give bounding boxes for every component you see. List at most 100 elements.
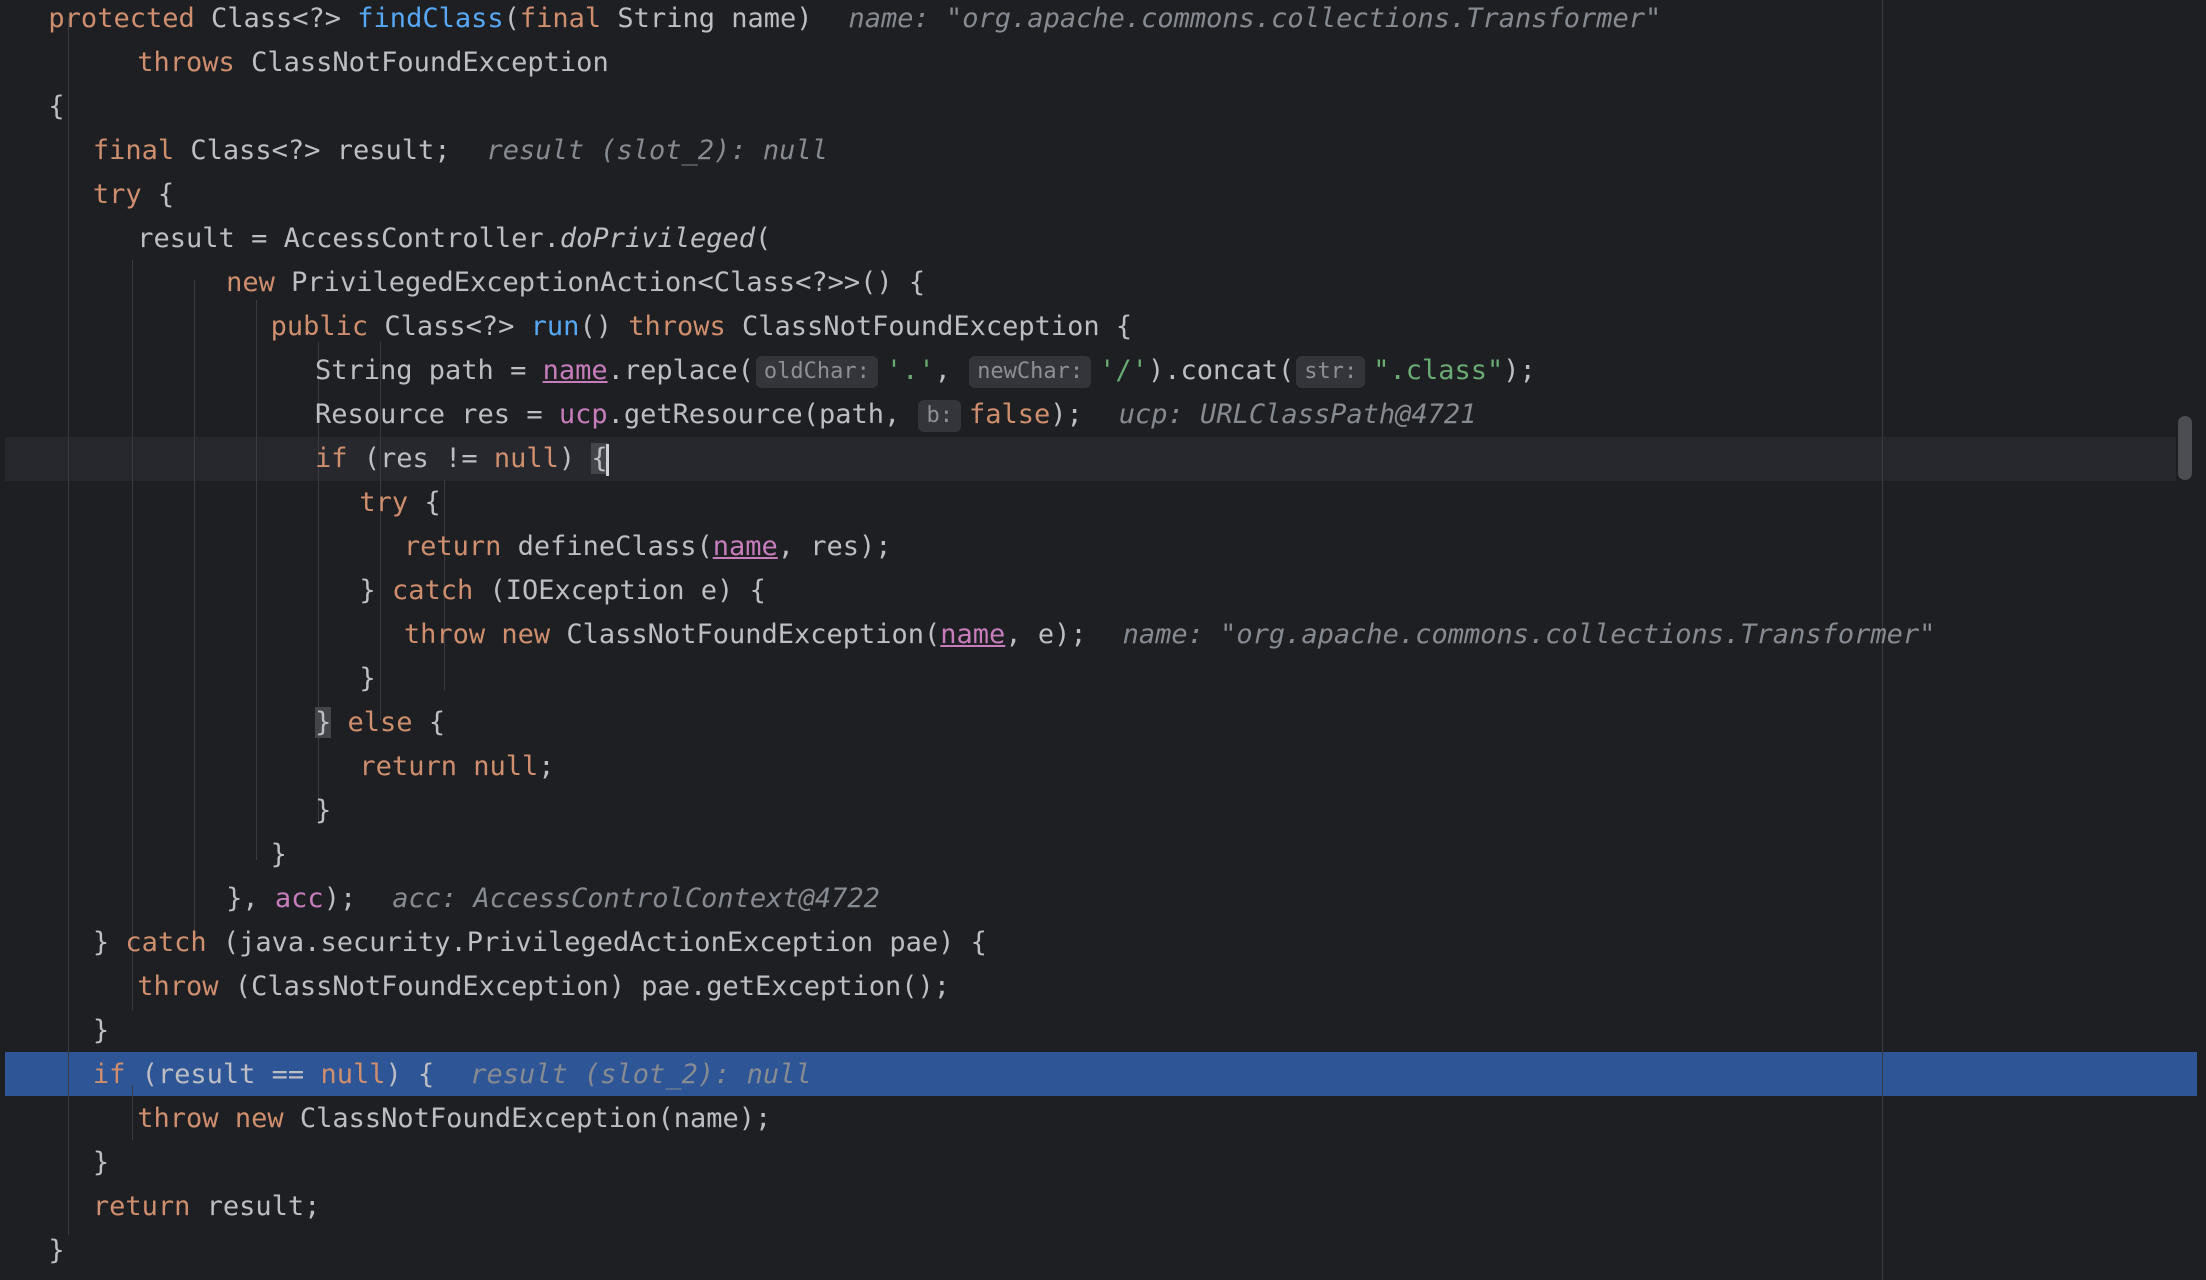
code-token: (IOException e) { xyxy=(489,575,766,606)
code-token: } xyxy=(92,1015,110,1046)
keyword: throws xyxy=(137,47,252,78)
code-line[interactable]: } xyxy=(359,657,375,701)
code-token: ); xyxy=(323,883,357,914)
code-line[interactable]: } xyxy=(93,1009,109,1053)
code-token: Class<?> xyxy=(384,311,531,342)
keyword: protected xyxy=(48,3,211,34)
code-line[interactable]: } else { xyxy=(315,701,445,745)
code-line[interactable]: } xyxy=(48,1229,64,1273)
keyword: final xyxy=(519,3,618,34)
code-token: ( xyxy=(503,3,520,34)
code-token: } xyxy=(92,1147,110,1178)
code-token: Class<?> result; xyxy=(190,135,451,166)
parameter-name-hint: newChar: xyxy=(969,356,1092,388)
code-token: { xyxy=(157,179,175,210)
keyword: return xyxy=(403,531,518,562)
code-token: , e); xyxy=(1005,619,1087,650)
keyword: if xyxy=(315,443,364,474)
vertical-scrollbar-thumb[interactable] xyxy=(2178,416,2192,480)
inline-debug-value: acc: AccessControlContext@4722 xyxy=(392,883,880,914)
code-line[interactable]: } xyxy=(93,1141,109,1185)
method-name: findClass xyxy=(357,3,504,34)
code-line[interactable]: throws ClassNotFoundException xyxy=(137,41,608,85)
code-line[interactable]: if (result == null) {result (slot_2): nu… xyxy=(93,1053,812,1097)
code-token: ) { xyxy=(385,1059,435,1090)
code-line[interactable]: String path = name.replace(oldChar: '.', … xyxy=(315,349,1536,393)
code-token: (result == xyxy=(141,1059,321,1090)
code-token: Class<?> xyxy=(210,3,358,34)
code-line-execution-point[interactable]: throw new ClassNotFoundException(name); xyxy=(137,1097,771,1141)
code-token: String path = xyxy=(315,355,543,386)
code-line[interactable]: throw new ClassNotFoundException(name, e… xyxy=(404,613,1936,657)
keyword: catch xyxy=(125,927,223,958)
string-literal: '.' xyxy=(885,355,935,386)
inline-debug-value: result (slot_2): null xyxy=(486,135,828,166)
code-token: } xyxy=(315,795,332,826)
code-token: .replace( xyxy=(607,355,754,386)
field-ref: ucp xyxy=(558,399,608,430)
inline-debug-value: name: "org.apache.commons.collections.Tr… xyxy=(1122,619,1936,650)
code-line[interactable]: throw (ClassNotFoundException) pae.getEx… xyxy=(137,965,950,1009)
code-token: } xyxy=(359,663,376,694)
field-ref: name xyxy=(712,531,778,562)
parameter-name-hint: b: xyxy=(918,400,961,432)
keyword: catch xyxy=(391,575,490,606)
code-token: (res != xyxy=(363,443,494,474)
keyword: new xyxy=(226,267,292,298)
code-token: result; xyxy=(206,1191,321,1222)
code-line[interactable]: Resource res = ucp.getResource(path, b: f… xyxy=(315,393,1476,437)
keyword: null xyxy=(493,443,559,474)
inline-debug-value: ucp: URLClassPath@4721 xyxy=(1118,399,1477,430)
code-token: } xyxy=(92,927,126,958)
parameter-name-hint: oldChar: xyxy=(755,356,878,388)
code-token: () xyxy=(579,311,629,342)
code-line[interactable]: } catch (java.security.PrivilegedActionE… xyxy=(93,921,987,965)
keyword: return xyxy=(92,1191,207,1222)
code-token: String name) xyxy=(617,3,813,34)
string-literal: '/' xyxy=(1099,355,1148,386)
matched-brace: } xyxy=(315,707,332,738)
code-line[interactable]: if (res != null) { xyxy=(315,437,609,481)
code-line[interactable]: new PrivilegedExceptionAction<Class<?>>(… xyxy=(226,261,925,305)
keyword: throw xyxy=(137,971,235,1002)
code-line[interactable]: result = AccessController.doPrivileged( xyxy=(137,217,771,261)
keyword: throw new xyxy=(137,1103,300,1134)
method-name: run xyxy=(530,311,580,342)
code-line[interactable]: return defineClass(name, res); xyxy=(404,525,892,569)
field-ref: name xyxy=(940,619,1006,650)
code-line[interactable]: return null; xyxy=(359,745,554,789)
code-line[interactable]: try { xyxy=(93,173,174,217)
code-token: .getResource(path, xyxy=(607,399,917,430)
code-token: ClassNotFoundException xyxy=(251,47,609,78)
code-token: } xyxy=(48,1235,65,1266)
code-line[interactable]: protected Class<?> findClass(final Strin… xyxy=(48,0,1661,41)
inline-debug-value: result (slot_2): null xyxy=(470,1059,812,1090)
string-literal: ".class" xyxy=(1373,355,1504,386)
code-token: Resource res = xyxy=(315,399,559,430)
keyword: false xyxy=(968,399,1051,430)
code-token: { xyxy=(48,91,65,122)
static-call: doPrivileged xyxy=(559,223,755,254)
code-line[interactable]: public Class<?> run() throws ClassNotFou… xyxy=(271,305,1133,349)
code-line[interactable]: } xyxy=(315,789,331,833)
keyword: final xyxy=(92,135,191,166)
keyword: return null xyxy=(359,751,539,782)
code-line[interactable]: { xyxy=(48,85,64,129)
code-token: }, xyxy=(226,883,275,914)
code-token: ClassNotFoundException( xyxy=(566,619,941,650)
parameter-name-hint: str: xyxy=(1296,356,1366,388)
code-line[interactable]: return result; xyxy=(93,1185,321,1229)
code-line[interactable]: }, acc); acc: AccessControlContext@4722 xyxy=(226,877,880,921)
code-token: } xyxy=(359,575,392,606)
indent-guide xyxy=(256,300,257,860)
code-line[interactable]: try { xyxy=(359,481,440,525)
code-token: ( xyxy=(755,223,772,254)
code-token: ClassNotFoundException(name); xyxy=(299,1103,772,1134)
code-line[interactable]: } catch (IOException e) { xyxy=(359,569,765,613)
code-editor[interactable]: protected Class<?> findClass(final Strin… xyxy=(0,0,2206,1280)
code-line[interactable]: final Class<?> result; result (slot_2): n… xyxy=(93,129,828,173)
code-line[interactable]: } xyxy=(271,833,287,877)
code-token: defineClass( xyxy=(517,531,713,562)
code-token: , xyxy=(934,355,968,386)
code-token: ) xyxy=(558,443,592,474)
